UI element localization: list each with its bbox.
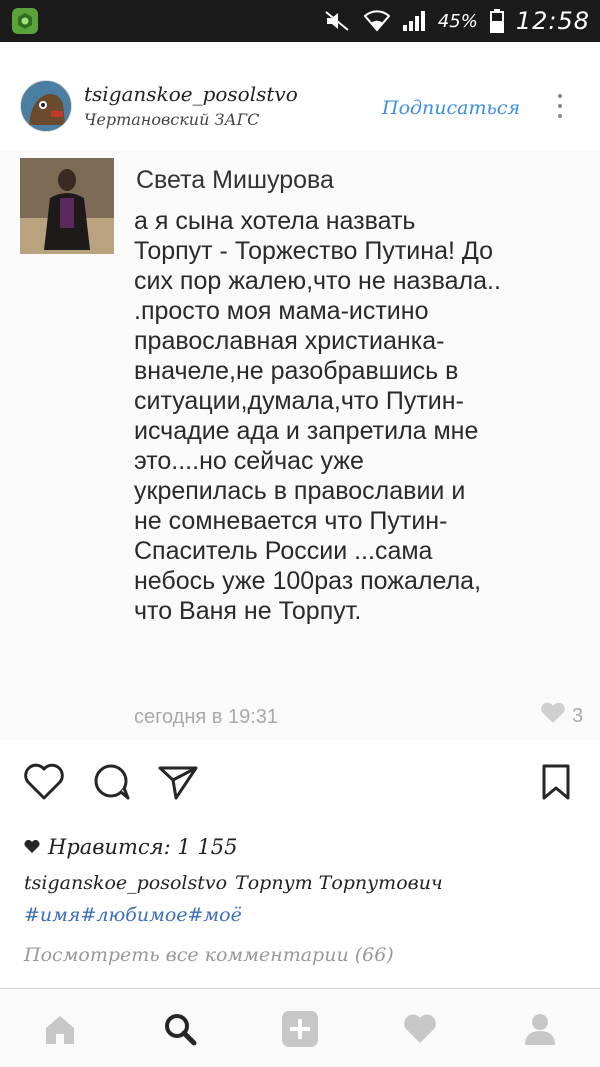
likes-count[interactable]: Нравится: 1 155 [24, 835, 237, 859]
comment-likes: 3 [540, 702, 583, 730]
caption-username[interactable]: tsiganskoe_posolstvo [24, 872, 227, 894]
more-options-icon[interactable] [554, 94, 566, 124]
avatar[interactable] [20, 80, 72, 132]
battery-icon [489, 9, 504, 33]
signal-icon [402, 10, 426, 32]
share-icon[interactable] [156, 760, 200, 804]
comment-like-count: 3 [572, 704, 584, 727]
bottom-nav [0, 988, 600, 1067]
heart-icon[interactable] [400, 1009, 440, 1049]
wifi-icon [363, 10, 390, 32]
status-bar: 45% 12:58 [0, 0, 600, 42]
search-icon[interactable] [160, 1009, 200, 1049]
mute-icon [324, 10, 352, 32]
bookmark-icon[interactable] [534, 760, 578, 804]
like-icon[interactable] [22, 760, 66, 804]
commenter-photo [20, 158, 114, 254]
heart-icon [540, 702, 566, 730]
post-header: tsiganskoe_posolstvo Чертановский ЗАГС П… [0, 42, 600, 151]
post-location[interactable]: Чертановский ЗАГС [84, 110, 259, 129]
view-all-comments-link[interactable]: Посмотреть все комментарии (66) [24, 944, 394, 966]
comment-time: сегодня в 19:31 [134, 706, 278, 728]
post-actions [0, 760, 600, 812]
caption: tsiganskoe_posolstvo Торпут Торпутович [24, 872, 443, 894]
follow-button[interactable]: Подписаться [382, 97, 520, 119]
heart-small-icon [24, 835, 40, 859]
profile-icon[interactable] [520, 1009, 560, 1049]
comment-icon[interactable] [90, 760, 134, 804]
hashtags[interactable]: #имя#любимое#моё [24, 904, 242, 926]
comment-author: Света Мишурова [136, 166, 334, 194]
caption-text: Торпут Торпутович [235, 872, 443, 894]
battery-percent: 45% [437, 10, 478, 32]
likes-text: Нравится: 1 155 [48, 835, 238, 859]
home-icon[interactable] [40, 1009, 80, 1049]
post-username[interactable]: tsiganskoe_posolstvo [84, 82, 298, 106]
comment-text: а я сына хотела назвать Торпут - Торжест… [134, 207, 501, 625]
app-notification-icon [12, 8, 38, 34]
post-image: Света Мишурова а я сына хотела назвать Т… [0, 150, 600, 740]
add-icon[interactable] [280, 1009, 320, 1049]
clock: 12:58 [515, 7, 590, 35]
